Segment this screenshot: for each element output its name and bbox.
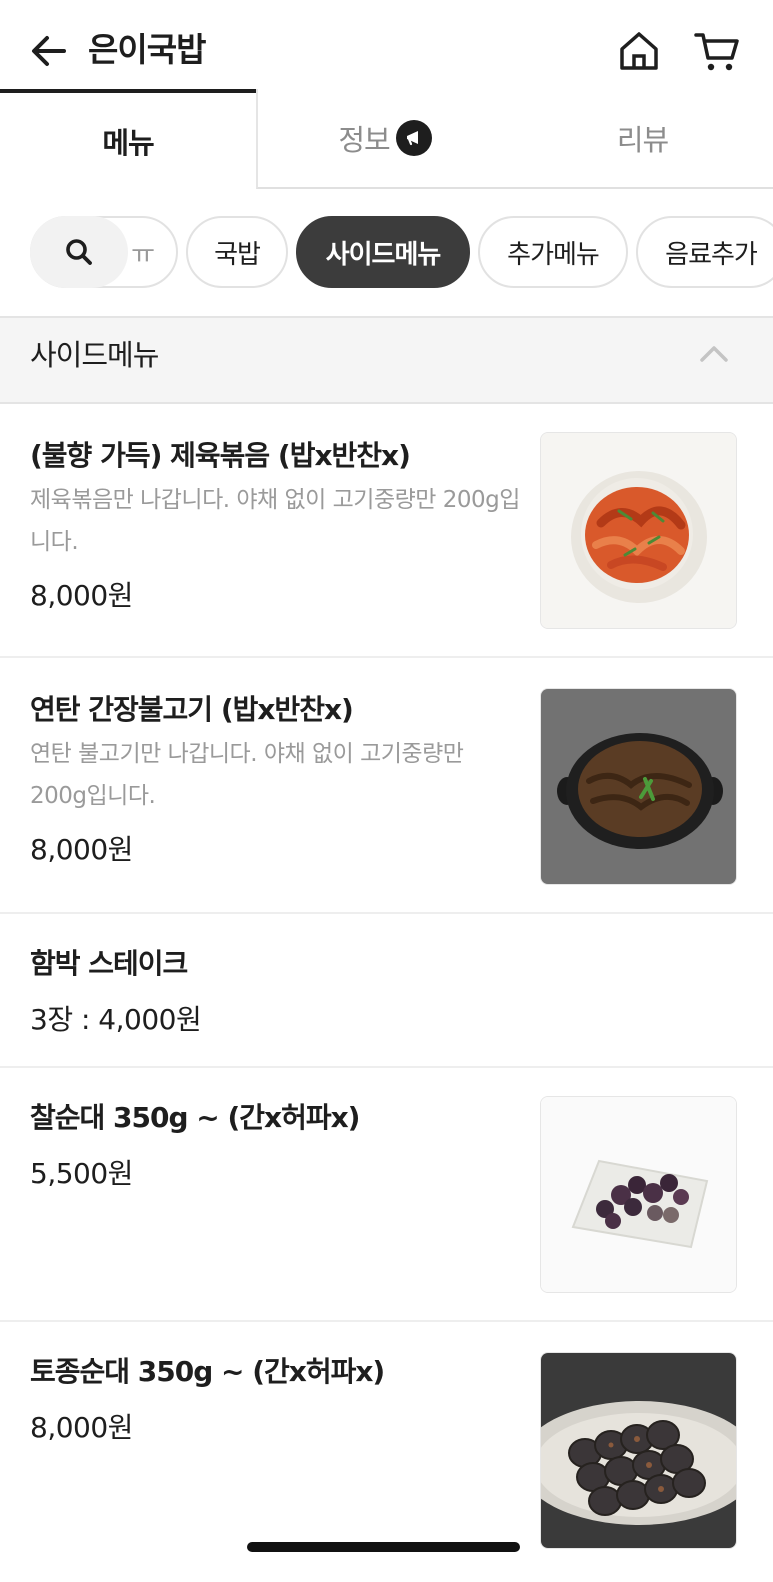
section-title: 사이드메뉴 [30, 338, 159, 372]
menu-item-price: 8,000원 [30, 579, 133, 612]
home-indicator[interactable] [247, 1542, 520, 1552]
menu-item-price: 8,000원 [30, 833, 133, 866]
jeyuk-bokkeum-photo [540, 432, 737, 629]
menu-item[interactable]: 연탄 간장불고기 (밥x반찬x) 연탄 불고기만 나갑니다. 야채 없이 고기중… [0, 658, 773, 914]
menu-item-description: 연탄 불고기만 나갑니다. 야채 없이 고기중량만 200g입니다. [30, 741, 464, 809]
menu-item-name: 연탄 간장불고기 (밥x반찬x) [30, 693, 354, 726]
tab-info[interactable]: 정보 [256, 89, 512, 189]
store-tabs: 메뉴 정보 리뷰 [0, 89, 773, 189]
chal-sundae-photo [540, 1096, 737, 1293]
chevron-up-icon [700, 346, 728, 362]
cart-icon [694, 33, 739, 71]
arrow-left-icon [32, 36, 66, 66]
menu-item-name: 함박 스테이크 [30, 947, 188, 980]
menu-item-price: 8,000원 [30, 1411, 133, 1444]
menu-item-name: 토종순대 350g ~ (간x허파x) [30, 1355, 385, 1388]
menu-item[interactable]: 찰순대 350g ~ (간x허파x) 5,500원 [0, 1068, 773, 1322]
category-chip-label: 국밥 [214, 239, 261, 270]
tojong-sundae-photo [540, 1352, 737, 1549]
category-chip-side-menu[interactable]: 사이드메뉴 [296, 216, 470, 288]
search-icon [66, 239, 92, 265]
menu-item[interactable]: (불향 가득) 제육볶음 (밥x반찬x) 제육볶음만 나갑니다. 야채 없이 고… [0, 404, 773, 658]
category-chip-extra-menu[interactable]: 추가메뉴 [478, 216, 628, 288]
tab-info-label: 정보 [338, 123, 390, 157]
menu-item-price: 5,500원 [30, 1157, 133, 1190]
menu-item-description: 제육볶음만 나갑니다. 야채 없이 고기중량만 200g입니다. [30, 487, 520, 555]
collapse-button[interactable] [694, 338, 734, 368]
menu-item-name: 찰순대 350g ~ (간x허파x) [30, 1101, 360, 1134]
section-header-side-menu[interactable]: 사이드메뉴 [0, 316, 773, 404]
tab-menu[interactable]: 메뉴 [0, 89, 256, 189]
menu-search-button[interactable] [30, 216, 128, 288]
back-button[interactable] [28, 30, 70, 72]
category-chips: ㅠ 국밥 사이드메뉴 추가메뉴 음료추가 [0, 212, 773, 294]
store-title: 은이국밥 [88, 30, 206, 69]
megaphone-icon [395, 120, 432, 156]
category-chip-partial-label: ㅠ [131, 239, 155, 270]
tab-menu-label: 메뉴 [102, 126, 154, 160]
category-chip-label: 추가메뉴 [507, 239, 600, 270]
menu-item[interactable]: 함박 스테이크 3장 : 4,000원 [0, 914, 773, 1068]
category-chip-drinks[interactable]: 음료추가 [636, 216, 773, 288]
home-icon [620, 32, 658, 70]
category-chip-label: 사이드메뉴 [325, 239, 442, 270]
home-button[interactable] [616, 28, 662, 74]
menu-item-name: (불향 가득) 제육볶음 (밥x반찬x) [30, 439, 411, 472]
category-chip-gukbap[interactable]: 국밥 [186, 216, 288, 288]
tab-review-label: 리뷰 [616, 123, 669, 157]
bulgogi-photo [540, 688, 737, 885]
tab-review[interactable]: 리뷰 [512, 89, 773, 189]
app-header: 은이국밥 [0, 0, 773, 92]
menu-item-price: 3장 : 4,000원 [30, 1003, 202, 1036]
cart-button[interactable] [692, 28, 742, 74]
category-chip-label: 음료추가 [665, 239, 758, 270]
